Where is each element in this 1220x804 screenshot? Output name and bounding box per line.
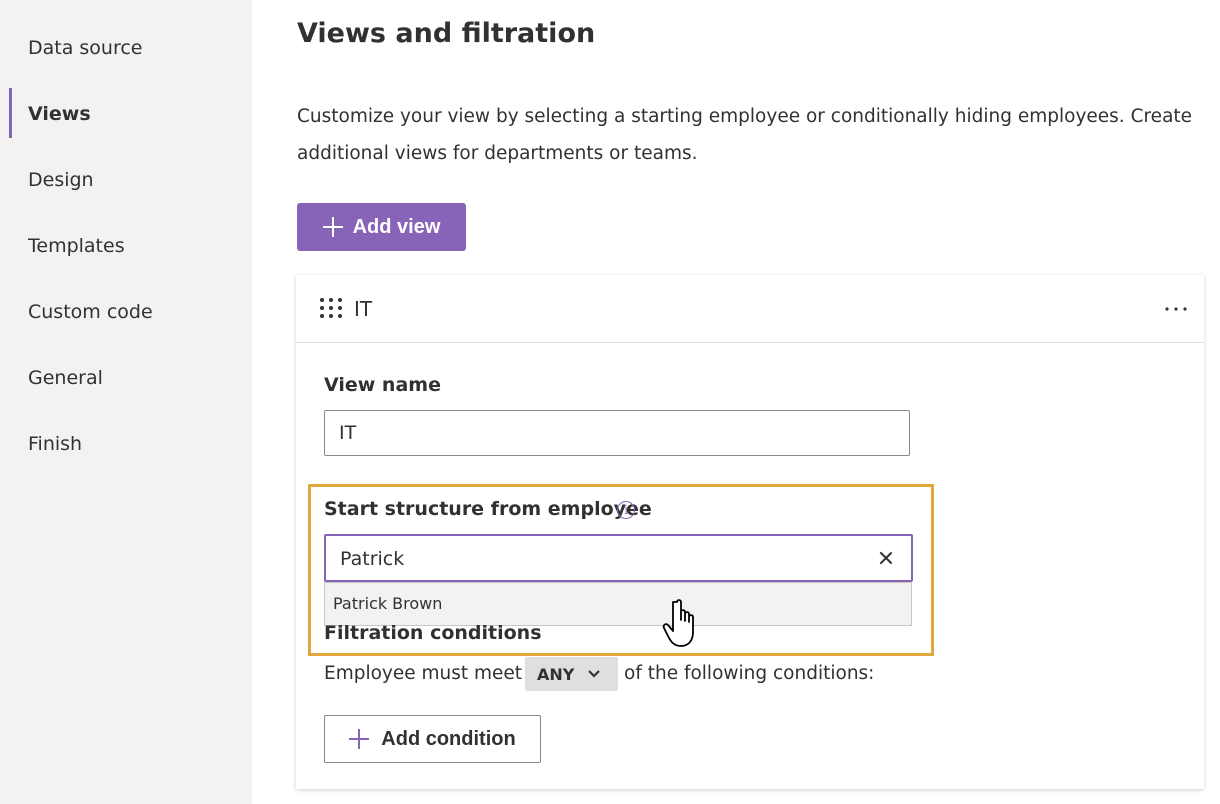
condition-mode-value: ANY [537, 664, 575, 684]
start-structure-label: Start structure from employee [324, 498, 652, 520]
sidebar-item-finish[interactable]: Finish [28, 432, 82, 456]
sidebar-item-custom-code[interactable]: Custom code [28, 300, 153, 324]
hand-pointer-icon [662, 599, 694, 647]
active-nav-indicator [9, 88, 12, 138]
suggestion-item[interactable]: Patrick Brown [324, 582, 912, 626]
employee-search-box[interactable] [324, 534, 913, 582]
chevron-down-icon [588, 670, 601, 678]
view-name-label: View name [324, 374, 441, 396]
employee-search-input[interactable] [338, 536, 862, 582]
sidebar-item-design[interactable]: Design [28, 168, 94, 192]
sidebar-item-templates[interactable]: Templates [28, 234, 125, 258]
filtration-conditions-label: Filtration conditions [324, 622, 542, 644]
condition-prefix-text: Employee must meet [324, 663, 523, 684]
page-description: Customize your view by selecting a start… [297, 106, 1193, 164]
view-card-header: IT [296, 275, 1204, 343]
plus-icon [349, 729, 370, 749]
main-content: Views and filtration Customize your view… [252, 0, 1220, 804]
page-title: Views and filtration [297, 18, 596, 49]
plus-icon [322, 217, 343, 237]
sidebar-item-general[interactable]: General [28, 366, 103, 390]
more-horizontal-icon[interactable] [1164, 297, 1188, 319]
add-condition-label: Add condition [381, 727, 516, 750]
view-card: IT View name Start structure from employ… [296, 275, 1204, 789]
add-view-label: Add view [352, 215, 441, 238]
add-view-button[interactable]: Add view [297, 203, 466, 251]
clear-icon[interactable] [879, 551, 893, 565]
add-condition-button[interactable]: Add condition [324, 715, 541, 763]
view-name-input[interactable] [324, 410, 910, 456]
condition-mode-dropdown[interactable]: ANY [525, 657, 618, 691]
info-icon[interactable]: i [617, 501, 635, 519]
view-card-title: IT [354, 297, 373, 321]
sidebar-item-data-source[interactable]: Data source [28, 36, 143, 60]
sidebar-item-views[interactable]: Views [28, 102, 91, 126]
sidebar-nav: Data source Views Design Templates Custo… [0, 0, 252, 804]
drag-handle-icon[interactable] [319, 297, 343, 319]
condition-suffix-text: of the following conditions: [624, 663, 875, 684]
